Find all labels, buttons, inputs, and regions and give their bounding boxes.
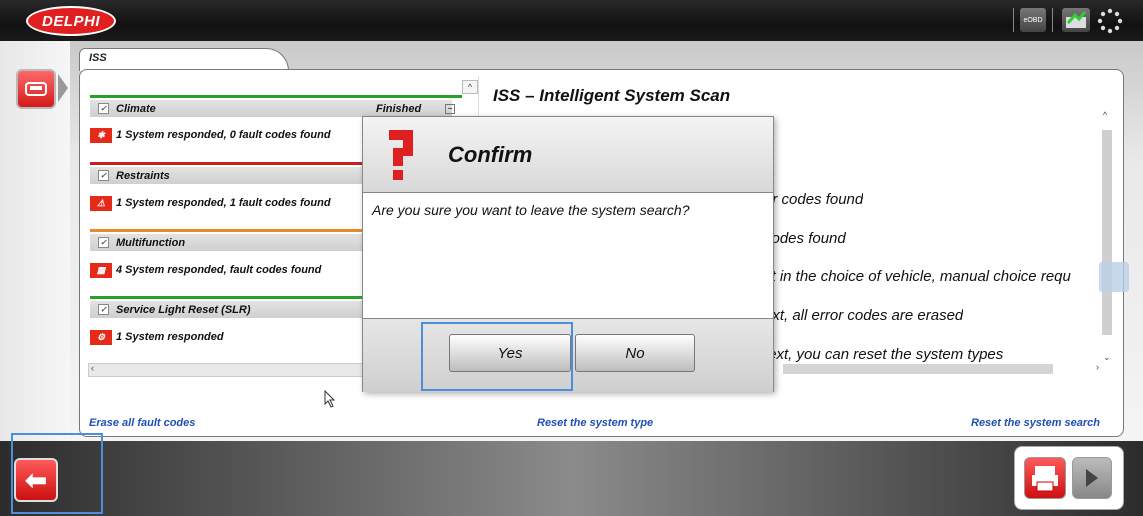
next-arrow-icon [1086,469,1098,487]
top-bar [0,0,1143,41]
logo-text: DELPHI [41,12,100,30]
result-text: 1 System responded [116,331,224,343]
checkbox[interactable]: ✓ [98,103,109,114]
help-title: ISS – Intelligent System Scan [493,86,731,105]
next-button[interactable] [1072,457,1112,499]
scroll-up-button[interactable]: ^ [462,80,478,94]
vehicle-icon [25,82,47,96]
question-icon [387,128,415,183]
horizontal-scrollbar[interactable]: ‹ [88,363,370,377]
collapse-icon[interactable]: − [445,103,455,114]
group-divider-climate [90,95,462,98]
update-icon[interactable] [1062,8,1090,32]
group-name: Climate [116,102,156,115]
group-name: Multifunction [116,236,186,249]
airbag-icon: ⚠ [90,195,112,211]
eobd-icon[interactable]: eOBD [1020,8,1046,32]
scroll-left-icon[interactable]: ‹ [91,363,94,373]
dialog-header [363,117,773,193]
yes-button-highlight [421,322,573,391]
help-line: text, you can reset the system types [764,346,1004,363]
result-text: 4 System responded, fault codes found [116,264,322,276]
group-name: Restraints [116,169,170,182]
back-button-highlight [11,433,103,514]
horizontal-scrollbar[interactable]: › [763,362,1103,375]
bottom-bar [0,441,1143,516]
group-result-climate: ✱ 1 System responded, 0 fault codes foun… [90,125,370,145]
toolbar-divider [1013,8,1014,32]
help-line: codes found [764,230,846,247]
group-result-slr: ⚙ 1 System responded [90,327,370,347]
dialog-title: Confirm [448,142,533,167]
group-status: Finished [376,102,422,115]
vertical-scrollbar[interactable]: ^ ⌄ [1100,110,1114,365]
reset-system-search-link[interactable]: Reset the system search [971,417,1100,429]
vehicle-button[interactable] [16,69,56,109]
tab-label: ISS [89,52,107,64]
climate-icon: ✱ [90,127,112,143]
help-line: ext, all error codes are erased [764,307,964,324]
tab-iss[interactable] [79,48,289,71]
wrench-icon: ⚙ [90,329,112,345]
scroll-thumb[interactable] [1102,130,1112,335]
group-result-multifunction: ▦ 4 System responded, fault codes found [90,260,370,280]
side-pointer [58,74,68,102]
help-line: ct in the choice of vehicle, manual choi… [764,268,1071,285]
group-header-climate[interactable]: ✓ Climate Finished − [90,100,455,117]
dialog-message: Are you sure you want to leave the syste… [372,202,690,218]
print-button[interactable] [1024,457,1066,499]
checkbox[interactable]: ✓ [98,304,109,315]
mouse-cursor-icon [324,389,336,413]
loading-icon[interactable] [1097,8,1123,34]
reset-system-type-link[interactable]: Reset the system type [537,417,653,429]
overlay-icon [1099,262,1129,292]
result-text: 1 System responded, 1 fault codes found [116,197,331,209]
group-result-restraints: ⚠ 1 System responded, 1 fault codes foun… [90,193,370,213]
checkbox[interactable]: ✓ [98,237,109,248]
multifunction-icon: ▦ [90,262,112,278]
print-icon [1032,466,1058,492]
help-line: or codes found [764,191,864,208]
delphi-logo: DELPHI [26,6,116,36]
no-button[interactable]: No [575,334,695,372]
toolbar-divider [1052,8,1053,32]
scroll-thumb[interactable] [783,364,1053,374]
group-name: Service Light Reset (SLR) [116,303,251,316]
result-text: 1 System responded, 0 fault codes found [116,129,331,141]
checkbox[interactable]: ✓ [98,170,109,181]
erase-fault-codes-link[interactable]: Erase all fault codes [89,417,195,429]
